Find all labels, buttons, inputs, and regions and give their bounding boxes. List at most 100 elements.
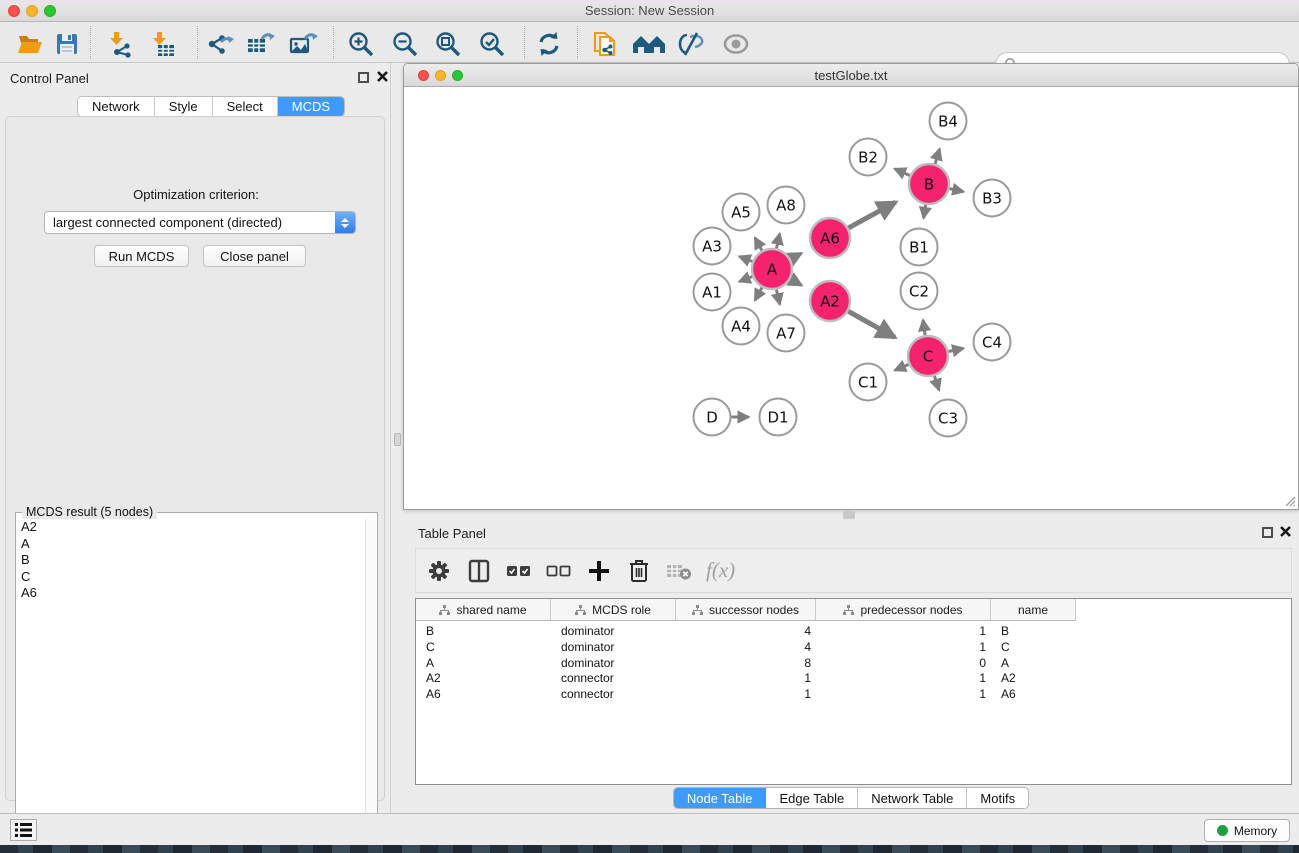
- split-divider-handle[interactable]: [843, 511, 855, 519]
- optimization-criterion-dropdown[interactable]: largest connected component (directed): [44, 211, 356, 234]
- zoom-fit-icon[interactable]: [433, 29, 463, 59]
- column-header-shared-name[interactable]: shared name: [416, 599, 551, 621]
- show-graphics-eye-icon[interactable]: [721, 29, 751, 59]
- node-C3[interactable]: C3: [930, 400, 967, 437]
- mcds-result-item[interactable]: B: [17, 552, 365, 569]
- cell-shared-name[interactable]: C: [416, 639, 551, 655]
- float-panel-icon[interactable]: [358, 72, 369, 83]
- edge-A6-B[interactable]: [848, 202, 895, 228]
- import-table-icon[interactable]: [148, 29, 178, 59]
- cell-predecessor-nodes[interactable]: 0: [816, 655, 991, 671]
- close-panel-icon[interactable]: [376, 70, 389, 83]
- cell-successor-nodes[interactable]: 1: [676, 670, 816, 686]
- task-history-button[interactable]: [10, 819, 37, 841]
- float-table-panel-icon[interactable]: [1262, 527, 1273, 538]
- node-B3[interactable]: B3: [974, 180, 1011, 217]
- tab-mcds[interactable]: MCDS: [278, 97, 344, 116]
- panel-divider-handle[interactable]: [394, 433, 401, 446]
- run-mcds-button[interactable]: Run MCDS: [94, 245, 189, 267]
- edge-C-C3[interactable]: [934, 376, 939, 390]
- edge-A-A5[interactable]: [755, 238, 762, 251]
- cell-successor-nodes[interactable]: 1: [676, 686, 816, 702]
- cell-name[interactable]: A: [991, 655, 1076, 671]
- cell-shared-name[interactable]: A6: [416, 686, 551, 702]
- close-panel-button[interactable]: Close panel: [203, 245, 306, 267]
- table-row[interactable]: A2connector11A2: [416, 670, 1076, 686]
- mcds-result-item[interactable]: C: [17, 569, 365, 586]
- memory-button[interactable]: Memory: [1204, 819, 1290, 842]
- cell-MCDS-role[interactable]: dominator: [551, 639, 676, 655]
- tab-network[interactable]: Network: [78, 97, 155, 116]
- tab-select[interactable]: Select: [213, 97, 278, 116]
- export-table-icon[interactable]: [246, 29, 276, 59]
- cell-MCDS-role[interactable]: dominator: [551, 623, 676, 639]
- cell-successor-nodes[interactable]: 8: [676, 655, 816, 671]
- table-row[interactable]: Cdominator41C: [416, 639, 1076, 655]
- edge-A-A8[interactable]: [776, 234, 779, 249]
- column-header-name[interactable]: name: [991, 599, 1076, 621]
- node-D[interactable]: D: [694, 399, 731, 436]
- export-network-icon[interactable]: [204, 29, 234, 59]
- close-table-panel-icon[interactable]: [1279, 525, 1292, 538]
- node-A7[interactable]: A7: [768, 315, 805, 352]
- cell-name[interactable]: A6: [991, 686, 1076, 702]
- edge-A-A2[interactable]: [790, 279, 801, 285]
- node-A3[interactable]: A3: [694, 228, 731, 265]
- node-table[interactable]: shared nameMCDS rolesuccessor nodesprede…: [415, 598, 1292, 785]
- resize-grip-icon[interactable]: [1282, 493, 1296, 507]
- edge-B-B1[interactable]: [924, 205, 926, 218]
- cell-MCDS-role[interactable]: connector: [551, 670, 676, 686]
- clone-network-icon[interactable]: [590, 29, 620, 59]
- node-C4[interactable]: C4: [974, 324, 1011, 361]
- node-D1[interactable]: D1: [760, 399, 797, 436]
- refresh-icon[interactable]: [534, 29, 564, 59]
- edge-C-C1[interactable]: [895, 364, 909, 370]
- save-session-icon[interactable]: [52, 29, 82, 59]
- cell-successor-nodes[interactable]: 4: [676, 639, 816, 655]
- edge-C-C4[interactable]: [949, 348, 964, 351]
- mcds-result-list[interactable]: A2ABCA6: [17, 519, 365, 848]
- import-network-icon[interactable]: [105, 29, 135, 59]
- cell-name[interactable]: A2: [991, 670, 1076, 686]
- node-B2[interactable]: B2: [850, 139, 887, 176]
- node-C1[interactable]: C1: [850, 364, 887, 401]
- network-window-titlebar[interactable]: testGlobe.txt: [404, 64, 1298, 87]
- zoom-selected-icon[interactable]: [477, 29, 507, 59]
- hide-label-icon[interactable]: [676, 29, 706, 59]
- edge-A-A3[interactable]: [739, 256, 752, 261]
- node-A4[interactable]: A4: [723, 308, 760, 345]
- mcds-result-item[interactable]: A: [17, 536, 365, 553]
- select-all-columns-icon[interactable]: [502, 556, 536, 586]
- tab-node-table[interactable]: Node Table: [674, 788, 767, 808]
- function-builder-icon[interactable]: f(x): [706, 558, 735, 583]
- node-A8[interactable]: A8: [768, 187, 805, 224]
- node-A2[interactable]: A2: [810, 281, 850, 321]
- cell-name[interactable]: C: [991, 639, 1076, 655]
- node-A6[interactable]: A6: [810, 218, 850, 258]
- table-row[interactable]: Adominator80A: [416, 655, 1076, 671]
- edge-B-B4[interactable]: [935, 149, 939, 164]
- cell-predecessor-nodes[interactable]: 1: [816, 639, 991, 655]
- cell-shared-name[interactable]: A2: [416, 670, 551, 686]
- cell-predecessor-nodes[interactable]: 1: [816, 623, 991, 639]
- cell-MCDS-role[interactable]: dominator: [551, 655, 676, 671]
- zoom-out-icon[interactable]: [390, 29, 420, 59]
- table-row[interactable]: A6connector11A6: [416, 686, 1076, 702]
- cell-shared-name[interactable]: A: [416, 655, 551, 671]
- node-B4[interactable]: B4: [930, 103, 967, 140]
- tab-style[interactable]: Style: [155, 97, 213, 116]
- mcds-result-item[interactable]: A6: [17, 585, 365, 602]
- column-header-MCDS-role[interactable]: MCDS role: [551, 599, 676, 621]
- zoom-in-icon[interactable]: [346, 29, 376, 59]
- open-session-icon[interactable]: [15, 29, 45, 59]
- tab-network-table[interactable]: Network Table: [858, 788, 967, 808]
- delete-table-icon[interactable]: [662, 556, 696, 586]
- edge-A-A7[interactable]: [776, 290, 779, 305]
- mcds-result-item[interactable]: A2: [17, 519, 365, 536]
- unselect-all-columns-icon[interactable]: [542, 556, 576, 586]
- table-settings-gear-icon[interactable]: [422, 556, 456, 586]
- network-graph[interactable]: B4B2BB3A8A5A6A3B1AA1C2A2A4A7C4CC1C3DD1: [405, 88, 1297, 509]
- column-header-predecessor-nodes[interactable]: predecessor nodes: [816, 599, 991, 621]
- mcds-result-scrollbar[interactable]: [365, 519, 376, 848]
- cell-predecessor-nodes[interactable]: 1: [816, 686, 991, 702]
